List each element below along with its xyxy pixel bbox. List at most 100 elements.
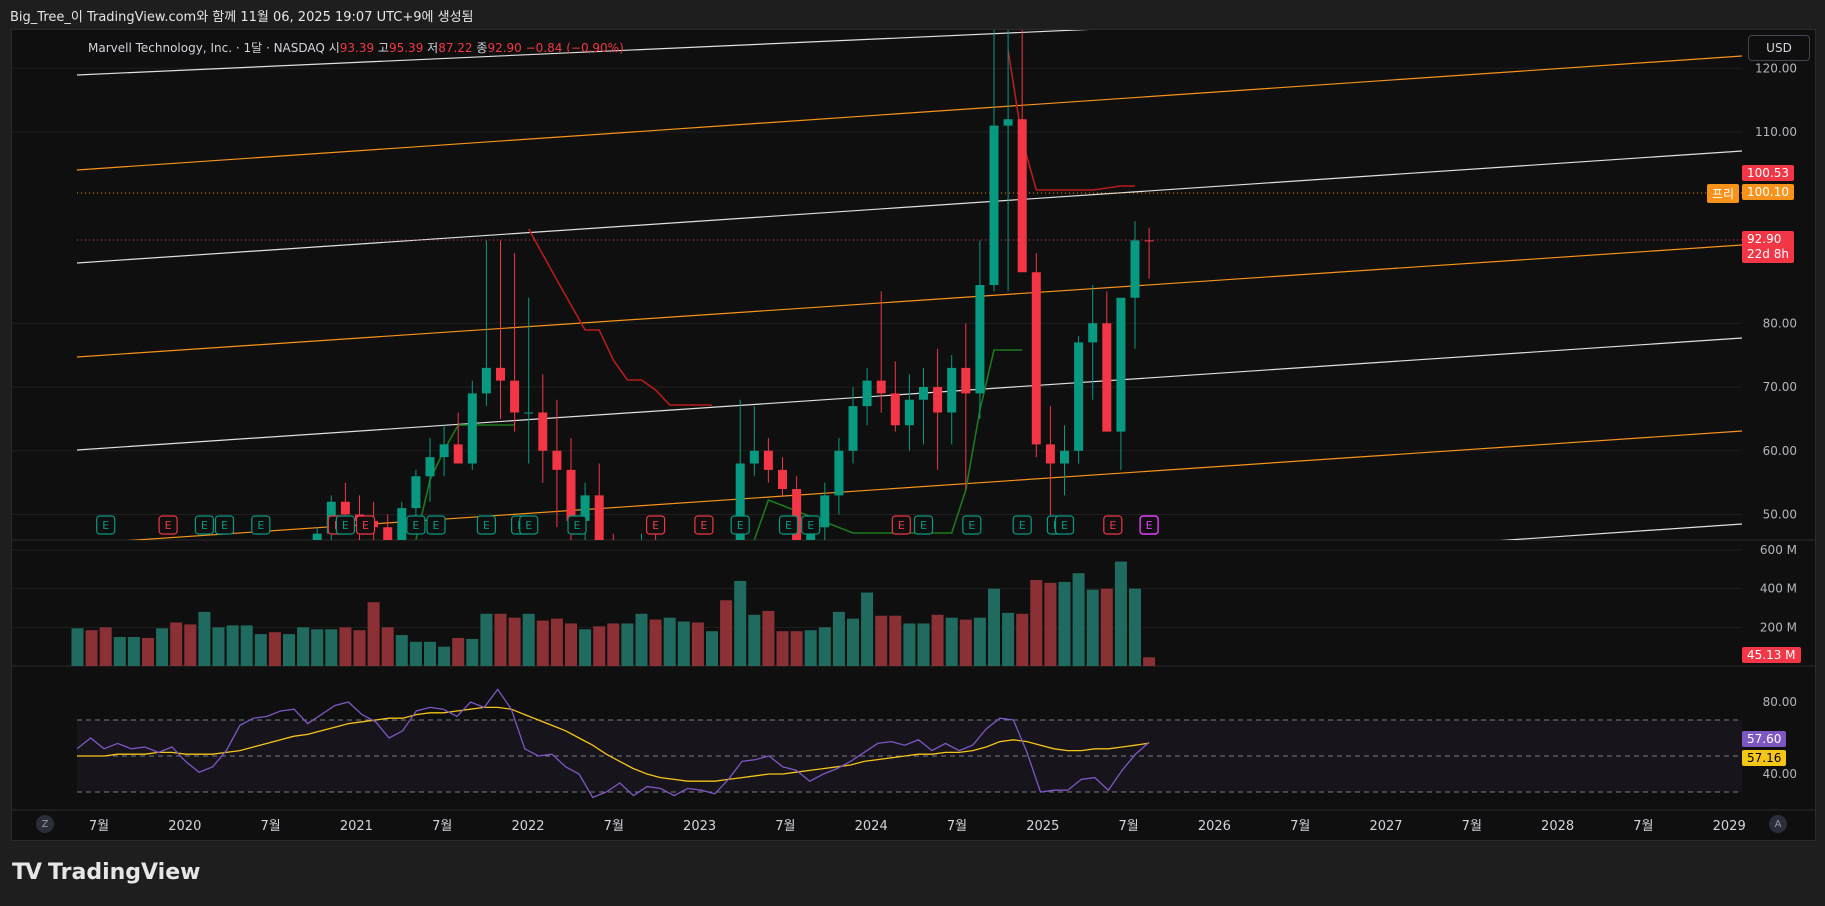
volume-bar[interactable] [1030, 579, 1043, 666]
volume-bar[interactable] [254, 634, 267, 666]
volume-bar[interactable] [268, 632, 281, 666]
volume-bar[interactable] [522, 613, 535, 666]
volume-bar[interactable] [1016, 613, 1029, 666]
candle[interactable] [665, 559, 674, 616]
volume-bar[interactable] [409, 641, 422, 666]
volume-bar[interactable] [381, 627, 394, 666]
volume-bar[interactable] [127, 637, 140, 666]
volume-bar[interactable] [607, 623, 620, 666]
earnings-marker[interactable]: E [1054, 515, 1075, 535]
candle[interactable] [1074, 336, 1084, 464]
volume-bar[interactable] [297, 627, 310, 666]
candle[interactable] [397, 501, 407, 572]
volume-bar[interactable] [494, 613, 507, 666]
earnings-marker[interactable]: E [335, 515, 355, 535]
candle[interactable] [1031, 253, 1041, 458]
candle[interactable] [862, 367, 872, 426]
candle[interactable] [763, 438, 773, 483]
candle[interactable] [890, 361, 900, 432]
volume-bar[interactable] [945, 617, 958, 666]
volume-bar[interactable] [353, 630, 366, 666]
volume-bar[interactable] [466, 638, 479, 666]
candle[interactable] [312, 527, 322, 591]
volume-bar[interactable] [212, 627, 225, 666]
candle[interactable] [299, 559, 308, 610]
earnings-marker[interactable]: E [962, 515, 982, 535]
earnings-marker[interactable]: E [355, 515, 376, 535]
candle[interactable] [975, 240, 985, 419]
candle[interactable] [904, 374, 914, 451]
volume-bar[interactable] [931, 614, 944, 666]
volume-bar[interactable] [550, 618, 563, 666]
volume-bar[interactable] [959, 619, 972, 666]
volume-bar[interactable] [917, 623, 930, 666]
volume-bar[interactable] [71, 628, 84, 666]
candle[interactable] [1102, 291, 1112, 432]
earnings-marker[interactable]: E [778, 515, 799, 535]
candle[interactable] [467, 380, 477, 470]
candle[interactable] [270, 566, 279, 611]
volume-bar[interactable] [889, 615, 902, 666]
volume-bar[interactable] [325, 629, 338, 666]
earnings-marker[interactable]: E [891, 515, 911, 535]
volume-bar[interactable] [226, 625, 239, 666]
candle[interactable] [834, 438, 844, 515]
earnings-marker[interactable]: E [194, 515, 214, 535]
volume-bar[interactable] [339, 627, 352, 666]
volume-bar[interactable] [804, 630, 817, 666]
candle[interactable] [552, 399, 562, 528]
candle[interactable] [1060, 425, 1069, 496]
volume-bar[interactable] [452, 637, 465, 666]
upcoming-earnings-marker[interactable]: E [1139, 515, 1159, 535]
candle[interactable] [1130, 221, 1140, 349]
volume-bar[interactable] [847, 618, 859, 666]
volume-bar[interactable] [85, 630, 98, 666]
candle[interactable] [496, 240, 505, 419]
candle[interactable] [594, 463, 604, 572]
earnings-marker[interactable]: E [426, 515, 446, 535]
volume-bar[interactable] [748, 614, 761, 666]
volume-bar[interactable] [536, 620, 549, 666]
volume-bar[interactable] [170, 622, 183, 667]
channel-line[interactable] [77, 523, 1742, 638]
candle[interactable] [679, 546, 688, 591]
earnings-marker[interactable]: E [1012, 515, 1032, 535]
volume-bar[interactable] [1002, 612, 1015, 666]
volume-bar[interactable] [621, 623, 634, 666]
candle[interactable] [961, 323, 971, 489]
candle[interactable] [1017, 30, 1027, 273]
candle[interactable] [919, 367, 928, 445]
volume-bar[interactable] [875, 615, 888, 666]
earnings-marker[interactable]: E [519, 515, 539, 535]
volume-bar[interactable] [691, 622, 704, 667]
candle[interactable] [637, 533, 646, 591]
volume-bar[interactable] [1086, 589, 1099, 666]
volume-bar[interactable] [113, 637, 126, 666]
volume-bar[interactable] [99, 627, 112, 666]
candle[interactable] [609, 533, 618, 598]
volume-bar[interactable] [1100, 588, 1113, 666]
volume-bar[interactable] [818, 627, 831, 666]
earnings-marker[interactable]: E [158, 515, 178, 535]
candle[interactable] [623, 546, 632, 623]
earnings-marker[interactable]: E [801, 515, 821, 535]
candle[interactable] [285, 566, 294, 617]
volume-bar[interactable] [903, 623, 916, 666]
volume-bar[interactable] [790, 631, 803, 666]
volume-bar[interactable] [198, 611, 211, 666]
volume-bar[interactable] [677, 621, 690, 666]
candle[interactable] [749, 406, 759, 477]
candle[interactable] [1116, 297, 1126, 470]
candle[interactable] [242, 591, 251, 623]
volume-bar[interactable] [762, 610, 775, 666]
volume-bar[interactable] [861, 592, 874, 666]
volume-bar[interactable] [1114, 561, 1127, 666]
volume-bar[interactable] [508, 617, 521, 666]
volume-bar[interactable] [988, 588, 1000, 666]
candle[interactable] [693, 546, 702, 591]
volume-bar[interactable] [1058, 581, 1071, 666]
earnings-marker[interactable]: E [913, 515, 934, 535]
candle[interactable] [947, 355, 957, 445]
earnings-marker[interactable]: E [476, 515, 496, 535]
volume-bar[interactable] [1129, 588, 1141, 666]
